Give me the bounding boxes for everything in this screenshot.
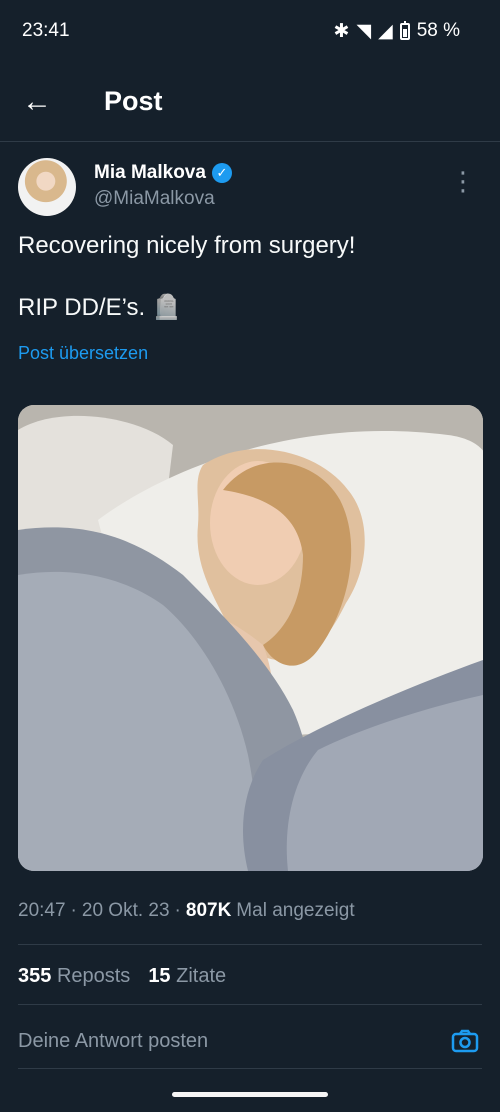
meta-separator: ·	[70, 900, 77, 921]
translate-link[interactable]: Post übersetzen	[18, 343, 148, 364]
author-row[interactable]: Mia Malkova ✓ @MiaMalkova ⋮	[18, 158, 482, 220]
divider	[18, 1004, 482, 1005]
page-title: Post	[104, 86, 163, 116]
quotes-count: 15	[148, 965, 171, 987]
divider	[18, 944, 482, 945]
author-name[interactable]: Mia Malkova	[94, 162, 206, 184]
reply-input[interactable]: Deine Antwort posten	[18, 1030, 482, 1053]
divider	[18, 1068, 482, 1069]
author-text: Mia Malkova ✓ @MiaMalkova	[94, 158, 232, 220]
status-bar: 23:41 ✱ ◥ ◢ 58 %	[0, 0, 500, 62]
tweet-line-2: RIP DD/E’s. 🪦	[18, 294, 182, 321]
tweet-date: 20 Okt. 23	[81, 900, 170, 921]
view-count: 807K	[185, 900, 232, 921]
tweet-image[interactable]	[18, 405, 483, 871]
tweet-line-1: Recovering nicely from surgery!	[18, 232, 356, 259]
tweet-time: 20:47	[18, 900, 66, 921]
wifi-icon: ◥	[356, 20, 372, 42]
more-options-icon[interactable]: ⋮	[450, 168, 476, 194]
photo-illustration	[18, 405, 483, 871]
quotes-label: Zitate	[176, 965, 227, 987]
tweet-meta: 20:47 · 20 Okt. 23 · 807K Mal angezeigt	[18, 900, 355, 922]
quotes-stat[interactable]: 15 Zitate	[148, 965, 226, 988]
home-indicator[interactable]	[172, 1092, 328, 1097]
status-time: 23:41	[22, 20, 70, 41]
status-icons: ✱ ◥ ◢ 58 %	[334, 20, 460, 43]
meta-separator: ·	[174, 900, 181, 921]
battery-icon	[399, 20, 410, 40]
verified-badge-icon: ✓	[211, 163, 232, 183]
author-name-row: Mia Malkova ✓	[94, 162, 232, 184]
reposts-stat[interactable]: 355 Reposts	[18, 965, 130, 988]
view-label: Mal angezeigt	[236, 900, 355, 921]
tweet-text: Recovering nicely from surgery! RIP DD/E…	[18, 230, 478, 323]
app-bar: ← Post	[0, 62, 500, 142]
bluetooth-icon: ✱	[333, 20, 350, 42]
battery-percent: 58 %	[416, 20, 460, 41]
tweet-stats: 355 Reposts 15 Zitate	[18, 965, 226, 988]
camera-icon[interactable]	[450, 1026, 480, 1056]
back-arrow-icon[interactable]: ←	[22, 85, 82, 119]
reposts-label: Reposts	[56, 965, 131, 987]
avatar[interactable]	[18, 158, 76, 216]
signal-icon: ◢	[378, 20, 393, 42]
author-handle[interactable]: @MiaMalkova	[94, 188, 232, 210]
reposts-count: 355	[18, 965, 52, 987]
